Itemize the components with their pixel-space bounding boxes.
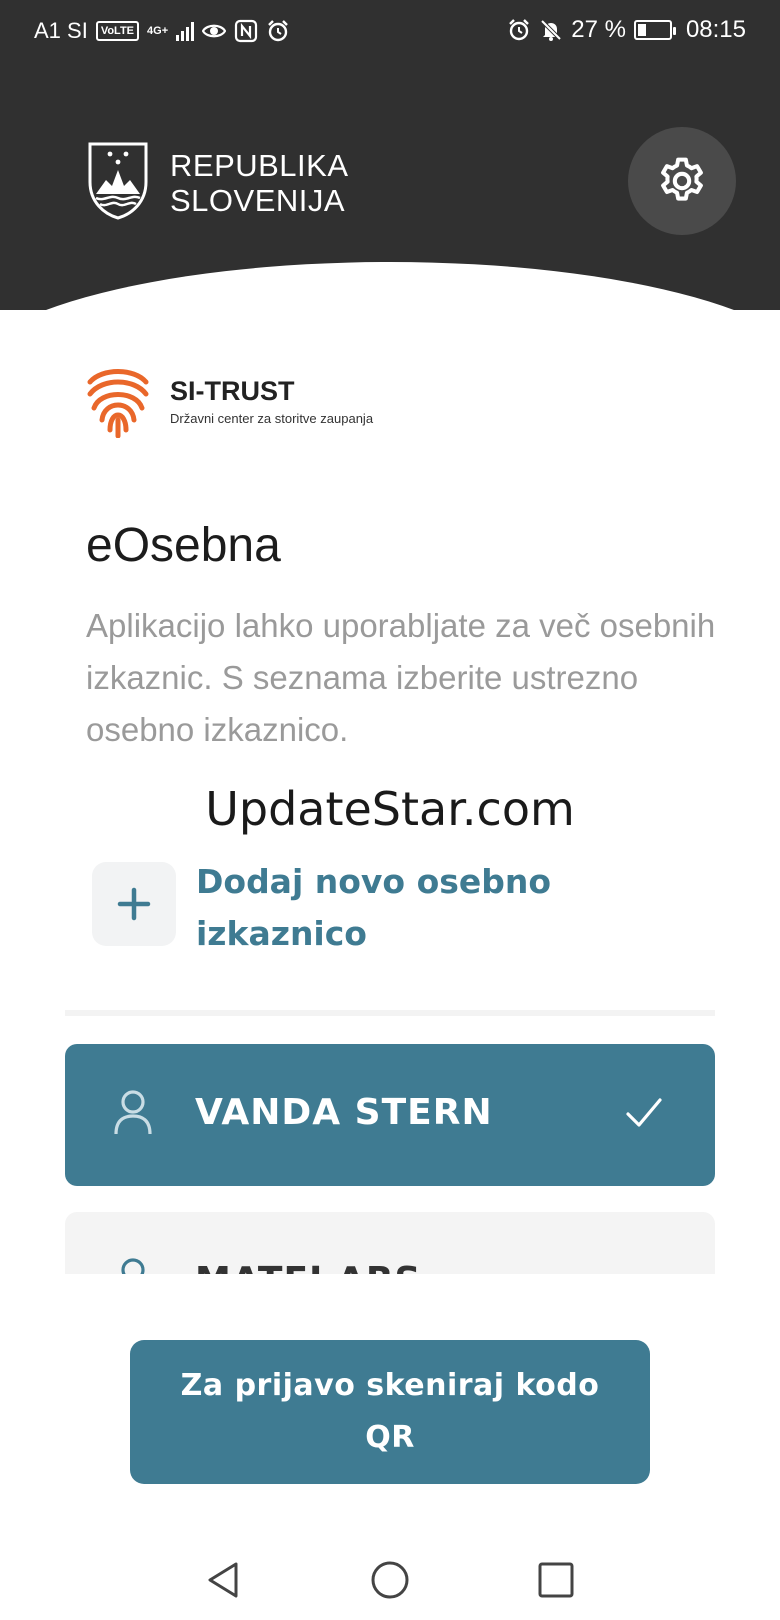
home-icon xyxy=(371,1561,409,1599)
back-button[interactable] xyxy=(194,1550,254,1610)
screen: A1 SI VoLTE 4G+ 27 % 08:15 REPUBLIKA SLO… xyxy=(0,0,780,1620)
check-icon xyxy=(626,1098,662,1127)
network-label: 4G+ xyxy=(147,24,169,37)
home-button[interactable] xyxy=(360,1550,420,1610)
nfc-icon xyxy=(235,19,258,43)
add-id-link[interactable]: Dodaj novo osebno izkaznico xyxy=(196,856,576,960)
scan-qr-label: Za prijavo skeniraj kodo QR xyxy=(180,1368,600,1455)
coat-of-arms-icon xyxy=(88,142,148,220)
carrier-label: A1 SI xyxy=(34,18,88,43)
plus-icon xyxy=(117,887,151,921)
id-card-item-selected[interactable]: VANDA STERN xyxy=(65,1044,715,1186)
recents-button[interactable] xyxy=(526,1550,586,1610)
back-icon xyxy=(208,1562,238,1598)
battery-percent: 27 % xyxy=(571,16,626,43)
republic-title: REPUBLIKA SLOVENIJA xyxy=(170,148,349,218)
eye-icon xyxy=(202,24,227,38)
bell-off-icon xyxy=(540,19,562,41)
recents-icon xyxy=(538,1562,574,1598)
page-description: Aplikacijo lahko uporabljate za več oseb… xyxy=(86,607,716,748)
page-title: eOsebna xyxy=(86,519,281,572)
person-icon xyxy=(114,1090,152,1135)
divider xyxy=(65,1010,715,1016)
signal-icon xyxy=(176,21,195,41)
status-left: A1 SI VoLTE 4G+ xyxy=(34,18,290,44)
add-id-button[interactable] xyxy=(92,862,176,946)
person-icon xyxy=(121,1258,145,1274)
alarm-icon xyxy=(268,20,288,42)
status-bar: A1 SI VoLTE 4G+ 27 % 08:15 xyxy=(0,12,780,52)
brand-subtitle: Državni center za storitve zaupanja xyxy=(170,411,374,426)
clock: 08:15 xyxy=(685,16,746,43)
gear-icon xyxy=(661,157,703,201)
status-right: 27 % 08:15 xyxy=(507,16,746,44)
id-card-item[interactable]: MATEJ ARS xyxy=(65,1212,715,1274)
alarm-icon xyxy=(509,19,530,41)
settings-button[interactable] xyxy=(628,127,736,235)
id-card-name: MATEJ ARS xyxy=(195,1260,421,1274)
volte-badge: VoLTE xyxy=(95,21,140,41)
watermark: UpdateStar.com xyxy=(205,782,575,836)
id-list-clip: MATEJ ARS xyxy=(65,1212,715,1274)
battery-icon xyxy=(633,20,676,40)
scan-qr-button[interactable]: Za prijavo skeniraj kodo QR xyxy=(130,1340,650,1484)
republic-line-1: REPUBLIKA xyxy=(170,148,349,183)
navigation-bar xyxy=(0,1540,780,1620)
fingerprint-logo-icon xyxy=(87,369,149,438)
republic-line-2: SLOVENIJA xyxy=(170,183,346,218)
id-card-name: VANDA STERN xyxy=(195,1092,493,1133)
brand-name: SI-TRUST xyxy=(170,376,295,406)
